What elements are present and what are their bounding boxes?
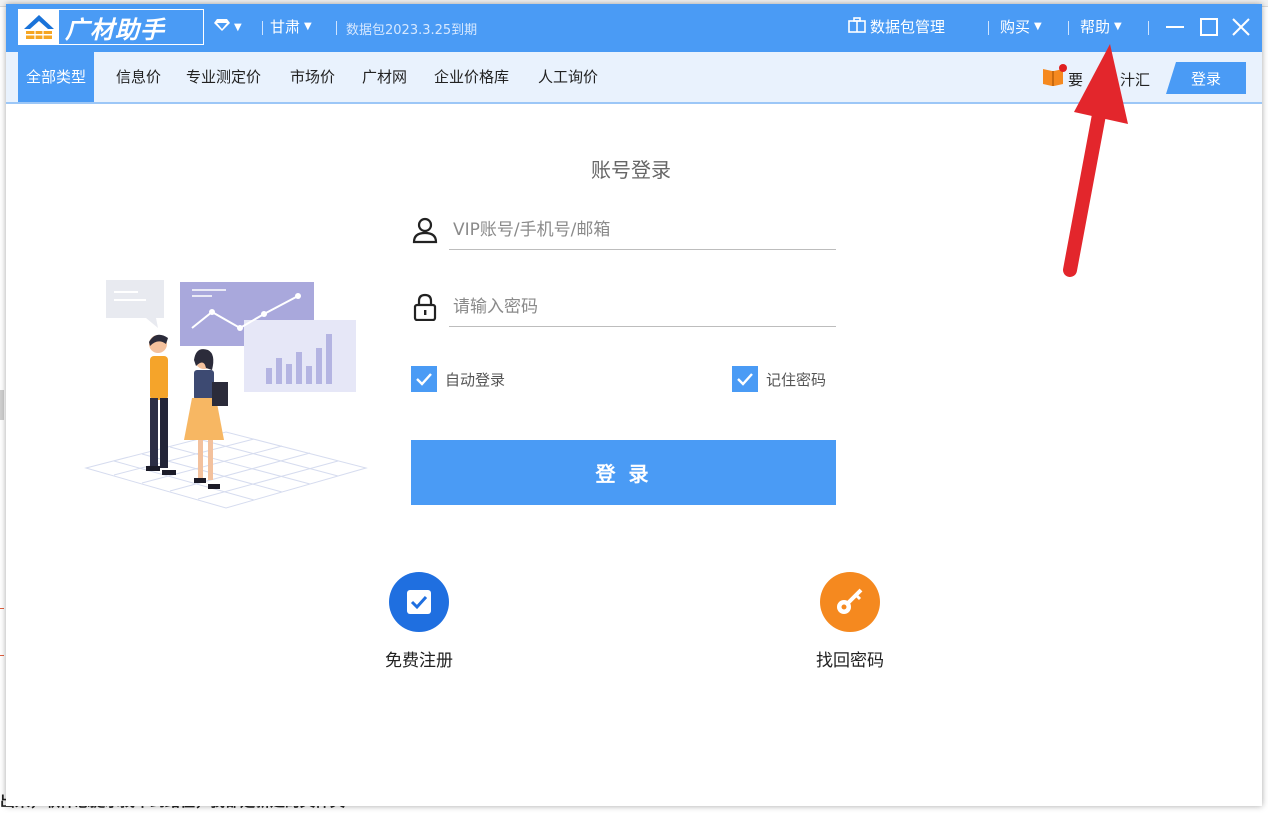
briefcase-icon xyxy=(848,16,866,37)
app-logo: 广材助手 xyxy=(18,9,204,45)
chevron-down-icon: ▼ xyxy=(304,21,312,32)
minimize-button[interactable] xyxy=(1162,14,1188,40)
account-field xyxy=(411,210,836,250)
password-underline xyxy=(449,326,836,327)
login-submit-button[interactable]: 登 录 xyxy=(411,440,836,505)
password-input[interactable] xyxy=(451,291,835,323)
account-input[interactable] xyxy=(451,214,835,246)
help-dropdown[interactable]: 帮助 ▼ xyxy=(1080,16,1122,37)
maximize-icon xyxy=(1200,18,1218,36)
recover-password-link[interactable]: 找回密码 xyxy=(790,646,910,671)
recover-password-button[interactable] xyxy=(820,572,880,632)
close-icon xyxy=(1232,18,1250,36)
auto-login-label: 自动登录 xyxy=(445,370,506,389)
tab-market-price[interactable]: 市场价 xyxy=(282,52,343,102)
tab-manual-inquiry[interactable]: 人工询价 xyxy=(530,52,606,102)
chevron-down-icon: ▼ xyxy=(1114,21,1122,32)
divider xyxy=(262,21,263,35)
logo-icon xyxy=(19,10,59,44)
help-label: 帮助 xyxy=(1080,18,1111,36)
buy-dropdown[interactable]: 购买 ▼ xyxy=(1000,16,1042,37)
data-package-expiry: 数据包2023.3.25到期 xyxy=(346,23,478,38)
key-icon xyxy=(837,588,863,614)
data-manage-button[interactable]: 数据包管理 xyxy=(848,16,945,37)
divider xyxy=(1068,21,1069,35)
user-icon xyxy=(412,217,438,244)
register-link[interactable]: 免费注册 xyxy=(359,646,479,671)
tab-enterprise-library[interactable]: 企业价格库 xyxy=(426,52,517,102)
auto-login-checkbox[interactable]: 自动登录 xyxy=(411,366,505,392)
password-field xyxy=(411,287,836,327)
region-dropdown[interactable]: 甘肃 ▼ xyxy=(270,16,312,37)
region-label: 甘肃 xyxy=(270,18,301,36)
vip-diamond-dropdown[interactable]: ▼ xyxy=(214,18,242,36)
divider xyxy=(988,21,989,35)
tab-guangcai-web[interactable]: 广材网 xyxy=(354,52,415,102)
buy-label: 购买 xyxy=(1000,18,1031,36)
divider xyxy=(336,21,337,35)
chevron-down-icon: ▼ xyxy=(234,21,242,33)
tab-professional-price[interactable]: 专业测定价 xyxy=(178,52,269,102)
remember-password-label: 记住密码 xyxy=(766,370,827,389)
background-edge xyxy=(0,390,4,420)
login-illustration xyxy=(84,280,368,509)
diamond-icon xyxy=(214,18,230,36)
lock-icon xyxy=(413,293,437,321)
logo-text: 广材助手 xyxy=(65,15,165,44)
background-line xyxy=(0,655,4,656)
tab-all-types[interactable]: 全部类型 xyxy=(18,52,95,102)
header-login-button[interactable]: 登录 xyxy=(1166,62,1246,94)
nav-right-text[interactable]: 要 xyxy=(1068,69,1083,90)
divider xyxy=(1148,21,1149,35)
register-button[interactable] xyxy=(389,572,449,632)
background-line xyxy=(0,608,4,609)
tab-info-price[interactable]: 信息价 xyxy=(108,52,169,102)
checkmark-icon xyxy=(411,366,437,392)
maximize-button[interactable] xyxy=(1196,14,1222,40)
login-window: 广材助手 ▼ 甘肃 ▼ 数据包2023.3.25到期 数据包管理 购买 ▼ 帮助… xyxy=(6,4,1262,806)
edit-check-icon xyxy=(407,590,431,614)
account-underline xyxy=(449,249,836,250)
checkmark-icon xyxy=(732,366,758,392)
chevron-down-icon: ▼ xyxy=(1034,21,1042,32)
category-nav: 全部类型 信息价 专业测定价 市场价 广材网 企业价格库 人工询价 要 汁汇 登… xyxy=(6,52,1262,104)
title-bar: 广材助手 ▼ 甘肃 ▼ 数据包2023.3.25到期 数据包管理 购买 ▼ 帮助… xyxy=(6,4,1262,52)
data-manage-label: 数据包管理 xyxy=(870,18,946,36)
notification-dot xyxy=(1059,64,1067,72)
close-button[interactable] xyxy=(1228,14,1254,40)
remember-password-checkbox[interactable]: 记住密码 xyxy=(732,366,826,392)
nav-right-text-2[interactable]: 汁汇 xyxy=(1120,69,1150,90)
form-title: 账号登录 xyxy=(591,158,671,182)
minimize-icon xyxy=(1166,26,1184,28)
